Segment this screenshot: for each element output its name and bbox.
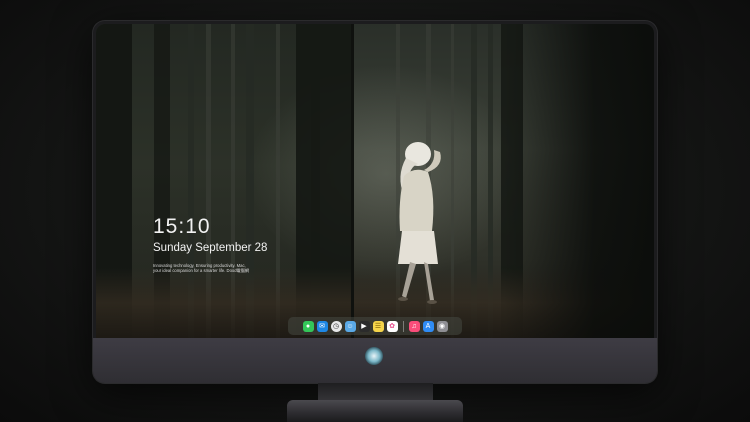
messages-icon[interactable]: ● xyxy=(302,320,314,332)
clapper-icon[interactable]: ▶ xyxy=(358,320,370,332)
lockscreen-clock: 15:10 xyxy=(153,215,211,238)
notes-icon[interactable]: ☰ xyxy=(372,320,384,332)
monitor-stand xyxy=(287,400,463,422)
dock: ● ✉ ◷ ☺ ▶ ☰ ✿ ♫ A ◉ xyxy=(288,317,462,335)
wallpaper-shadow xyxy=(504,24,654,338)
finder-icon[interactable]: ☺ xyxy=(344,320,356,332)
lockscreen-tagline: Innovating technology, Ensuring producti… xyxy=(153,263,273,273)
screen: 15:10 Sunday September 28 Innovating tec… xyxy=(96,24,654,338)
brand-logo-icon xyxy=(365,347,383,365)
photos-icon[interactable]: ✿ xyxy=(386,320,398,332)
mail-icon[interactable]: ✉ xyxy=(316,320,328,332)
lockscreen-date: Sunday September 28 xyxy=(153,242,268,254)
music-icon[interactable]: ♫ xyxy=(408,320,420,332)
camera-icon[interactable]: ◉ xyxy=(436,320,448,332)
clock-icon[interactable]: ◷ xyxy=(330,320,342,332)
wallpaper-divider xyxy=(351,24,354,338)
monitor-chin xyxy=(93,338,657,383)
dock-separator xyxy=(402,320,404,332)
app-store-icon[interactable]: A xyxy=(422,320,434,332)
woman-figure xyxy=(398,142,441,304)
tagline-line: your ideal companion for a smarter life.… xyxy=(153,268,250,273)
monitor: 15:10 Sunday September 28 Innovating tec… xyxy=(93,21,657,383)
